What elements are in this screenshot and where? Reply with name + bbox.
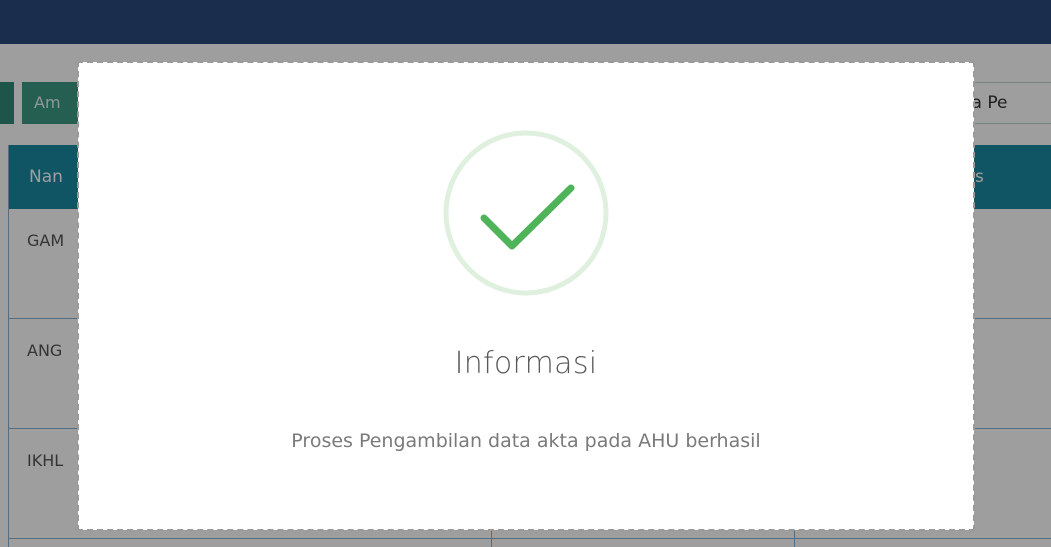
- dialog-title: Informasi: [454, 346, 598, 381]
- success-check-icon: [443, 130, 609, 296]
- info-dialog: Informasi Proses Pengambilan data akta p…: [77, 61, 975, 531]
- dialog-message: Proses Pengambilan data akta pada AHU be…: [291, 430, 761, 452]
- app-screen: Am ma Pe Nan s GAM ANG IKHL Informasi Pr…: [0, 0, 1051, 547]
